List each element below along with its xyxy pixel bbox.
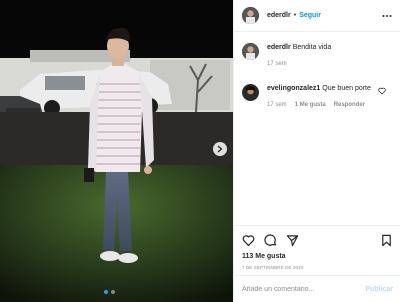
- add-comment-bar: Publicar: [234, 275, 400, 302]
- carousel-dot: [111, 290, 115, 294]
- caption-body: ederdlr Bendita vida 17 sem: [267, 43, 331, 75]
- carousel-dot: [104, 290, 108, 294]
- author-avatar[interactable]: [242, 7, 259, 24]
- photo-scene: [0, 0, 233, 302]
- avatar-image: [242, 7, 259, 24]
- comment-heart-icon[interactable]: [378, 87, 386, 95]
- caption-author[interactable]: ederdlr: [267, 44, 291, 51]
- instagram-post: ederdlr • Seguir ederdlr Bendita vida 17…: [0, 0, 400, 302]
- post-actions: 113 Me gusta 7 DE SEPTIEMBRE DE 2020: [234, 225, 400, 270]
- post-side-panel: ederdlr • Seguir ederdlr Bendita vida 17…: [233, 0, 400, 302]
- comments-list: ederdlr Bendita vida 17 sem evelingonzal…: [234, 32, 400, 110]
- publish-button[interactable]: Publicar: [365, 286, 393, 293]
- chevron-right-icon: [217, 145, 223, 153]
- comment-text: Que buen porte: [322, 85, 371, 92]
- caption: ederdlr Bendita vida 17 sem: [242, 43, 392, 75]
- comment-likes[interactable]: 1 Me gusta: [295, 100, 326, 110]
- comment-body: evelingonzalez1 Que buen porte 17 sem 1 …: [267, 84, 371, 110]
- action-icons: [242, 232, 393, 248]
- header-separator: •: [293, 12, 297, 19]
- more-options-icon[interactable]: [382, 11, 392, 21]
- share-icon[interactable]: [286, 234, 299, 247]
- post-photo[interactable]: [0, 0, 233, 302]
- avatar-image: [242, 43, 259, 60]
- bookmark-icon[interactable]: [380, 234, 393, 247]
- comment-author[interactable]: evelingonzalez1: [267, 85, 320, 92]
- follow-button[interactable]: Seguir: [299, 12, 321, 19]
- caption-meta: 17 sem: [267, 59, 331, 69]
- comment-input[interactable]: [242, 285, 366, 293]
- carousel-next-button[interactable]: [213, 142, 227, 156]
- post-date[interactable]: 7 DE SEPTIEMBRE DE 2020: [242, 265, 393, 270]
- reply-button[interactable]: Responder: [334, 100, 365, 110]
- commenter-avatar[interactable]: [242, 84, 259, 101]
- comment-item: evelingonzalez1 Que buen porte 17 sem 1 …: [242, 84, 392, 110]
- comment-meta: 17 sem 1 Me gusta Responder: [267, 100, 371, 110]
- caption-time[interactable]: 17 sem: [267, 59, 287, 69]
- comment-icon[interactable]: [264, 233, 277, 247]
- author-username[interactable]: ederdlr: [267, 12, 291, 19]
- heart-icon[interactable]: [242, 234, 255, 247]
- like-count[interactable]: 113 Me gusta: [242, 253, 393, 260]
- caption-avatar[interactable]: [242, 43, 259, 60]
- comment-time[interactable]: 17 sem: [267, 100, 287, 110]
- post-header: ederdlr • Seguir: [234, 0, 400, 32]
- carousel-indicator: [104, 290, 115, 294]
- caption-text: Bendita vida: [292, 44, 332, 51]
- avatar-image: [242, 84, 259, 101]
